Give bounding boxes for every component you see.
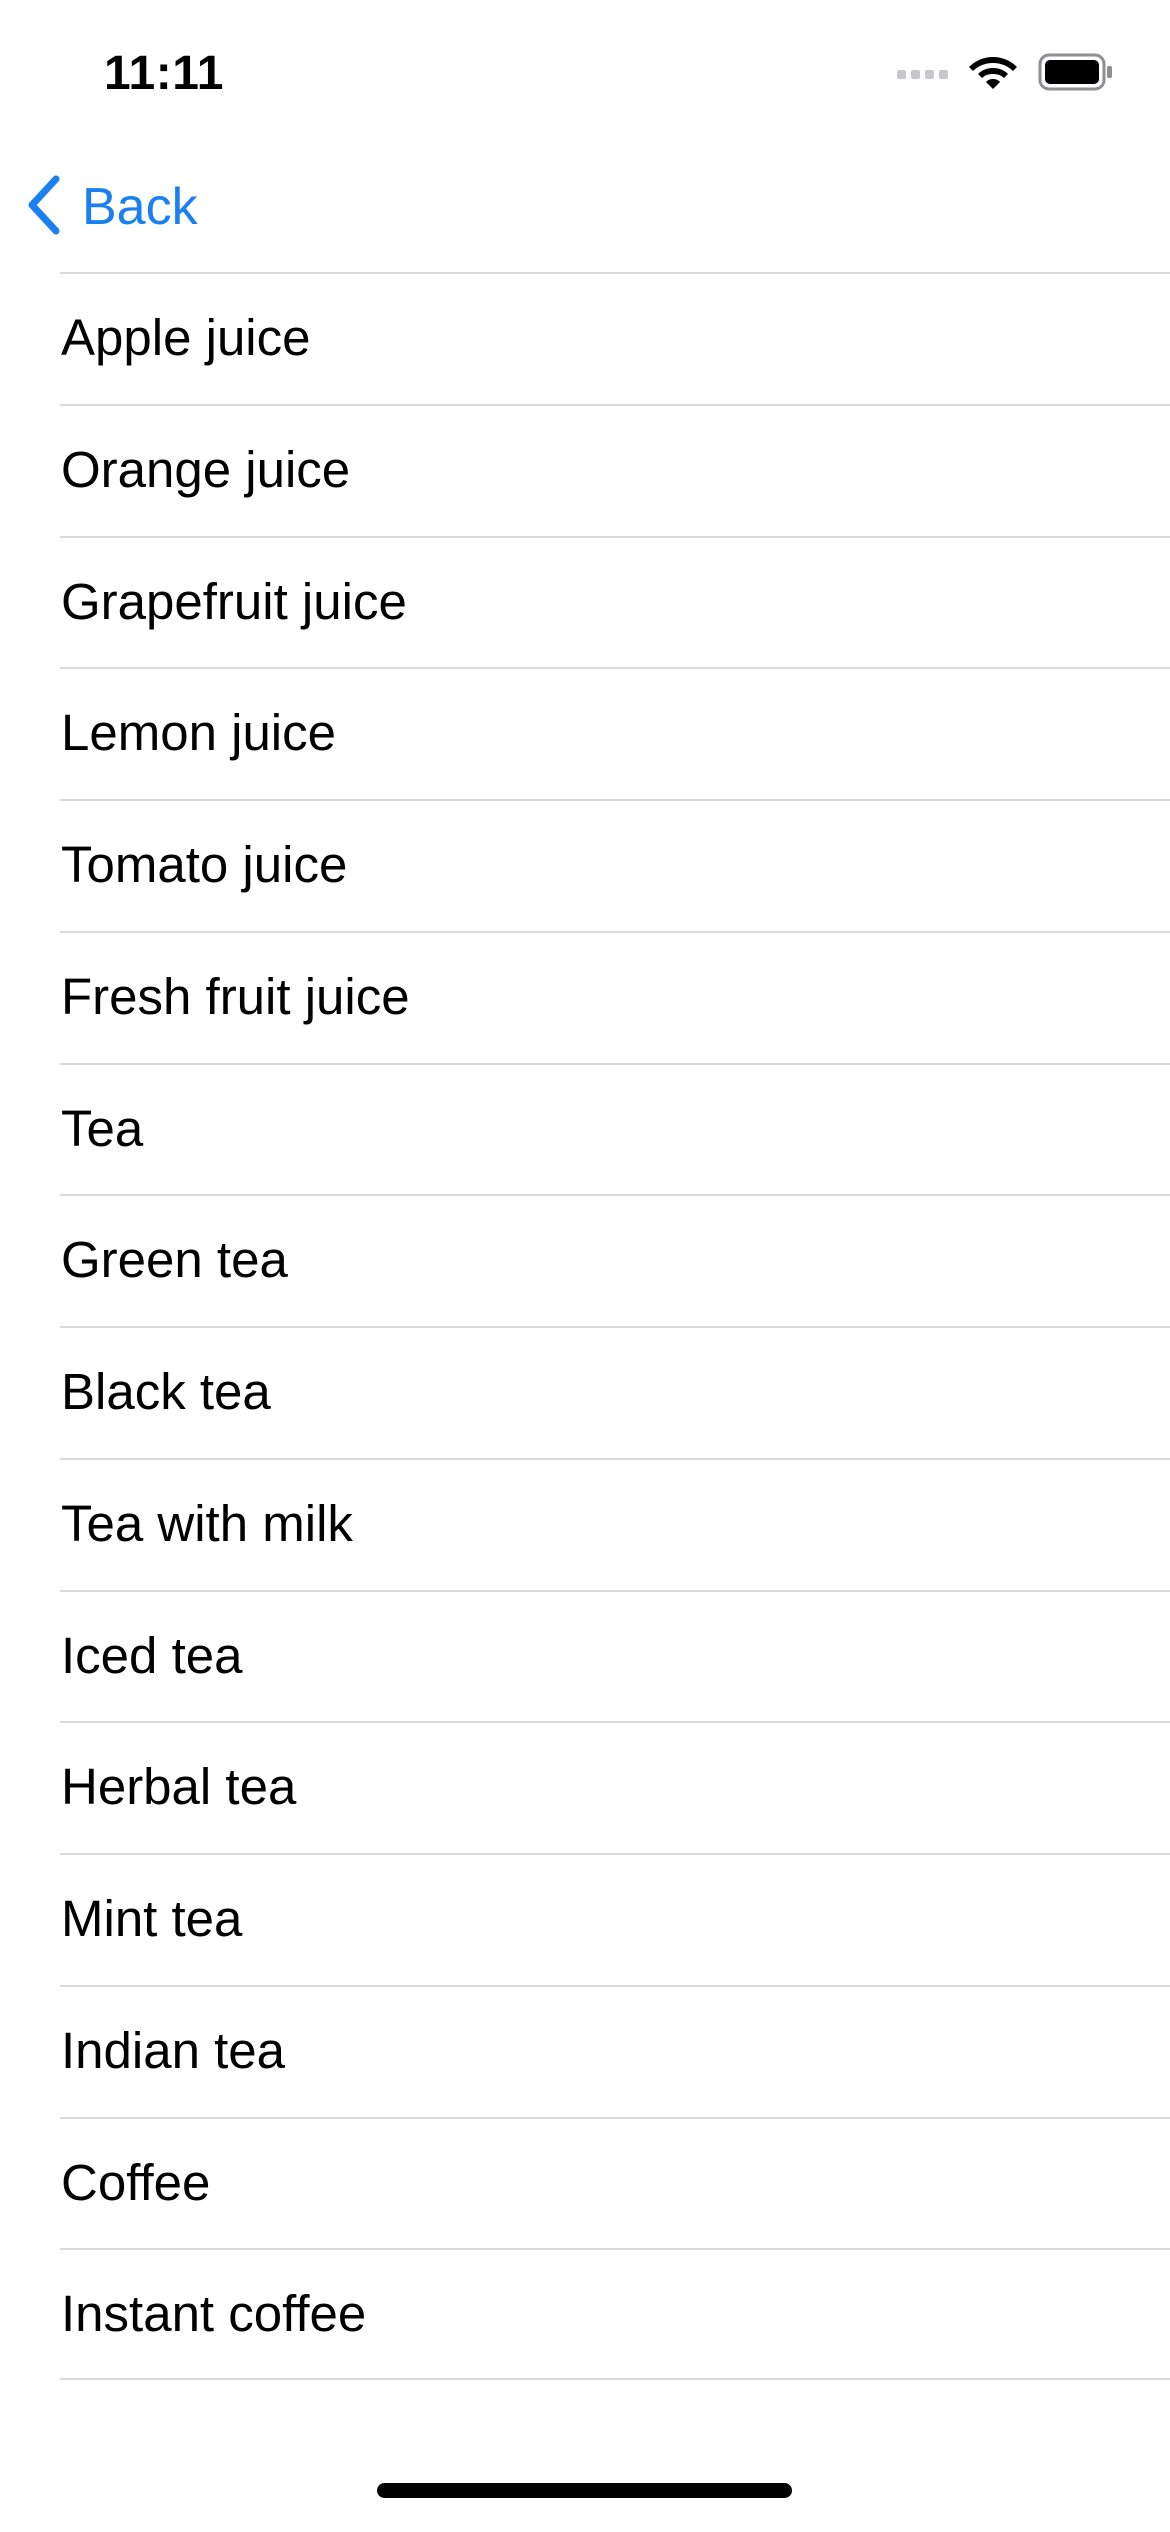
list-item[interactable]: Indian tea [0,1984,1170,2117]
signal-icon [897,69,948,79]
list-item-label: Apple juice [61,309,311,366]
list-item[interactable]: Iced tea [0,1589,1170,1722]
list-item-label: Lemon juice [61,704,336,762]
chevron-left-icon [24,175,64,240]
navigation-bar: Back [0,150,1170,272]
list-item-label: Instant coffee [61,2285,367,2343]
home-indicator[interactable] [377,2483,792,2498]
list-item[interactable]: Mint tea [0,1853,1170,1985]
list-item[interactable]: Tomato juice [0,799,1170,931]
list-item[interactable]: Grapefruit juice [0,535,1170,668]
list-item-label: Herbal tea [61,1758,297,1816]
list-item[interactable]: Black tea [0,1326,1170,1458]
status-bar: 11:11 [0,0,1170,150]
list-item-label: Iced tea [61,1626,243,1684]
list-item[interactable]: Lemon juice [0,667,1170,799]
list-item-label: Indian tea [61,2021,286,2079]
list-item-label: Black tea [61,1363,271,1420]
back-button[interactable]: Back [24,170,198,244]
list-item[interactable]: Apple juice [0,272,1170,404]
list-item-label: Tomato juice [61,836,348,893]
list-item-label: Green tea [61,1231,288,1289]
status-icons [897,52,1114,96]
list-item[interactable]: Coffee [0,2116,1170,2249]
list-item-label: Fresh fruit juice [61,967,410,1025]
list-item[interactable]: Instant coffee [0,2248,1170,2380]
list-item[interactable]: Green tea [0,1194,1170,1326]
list-item-label: Grapefruit juice [61,572,407,630]
list-item-label: Mint tea [61,1890,243,1947]
list-item-label: Orange juice [61,440,351,498]
list-item-label: Tea with milk [61,1494,353,1552]
list-item-label: Tea [61,1099,144,1157]
list-item[interactable]: Herbal tea [0,1721,1170,1853]
list-item-label: Coffee [61,2153,211,2211]
list-item[interactable]: Orange juice [0,403,1170,536]
wifi-icon [968,53,1018,96]
list-item[interactable]: Tea with milk [0,1457,1170,1590]
status-time: 11:11 [104,47,224,100]
battery-icon [1038,53,1114,96]
back-label: Back [82,178,198,236]
list-item[interactable]: Fresh fruit juice [0,930,1170,1063]
drinks-list: Apple juice Orange juice Grapefruit juic… [0,272,1170,2380]
list-item[interactable]: Tea [0,1062,1170,1195]
